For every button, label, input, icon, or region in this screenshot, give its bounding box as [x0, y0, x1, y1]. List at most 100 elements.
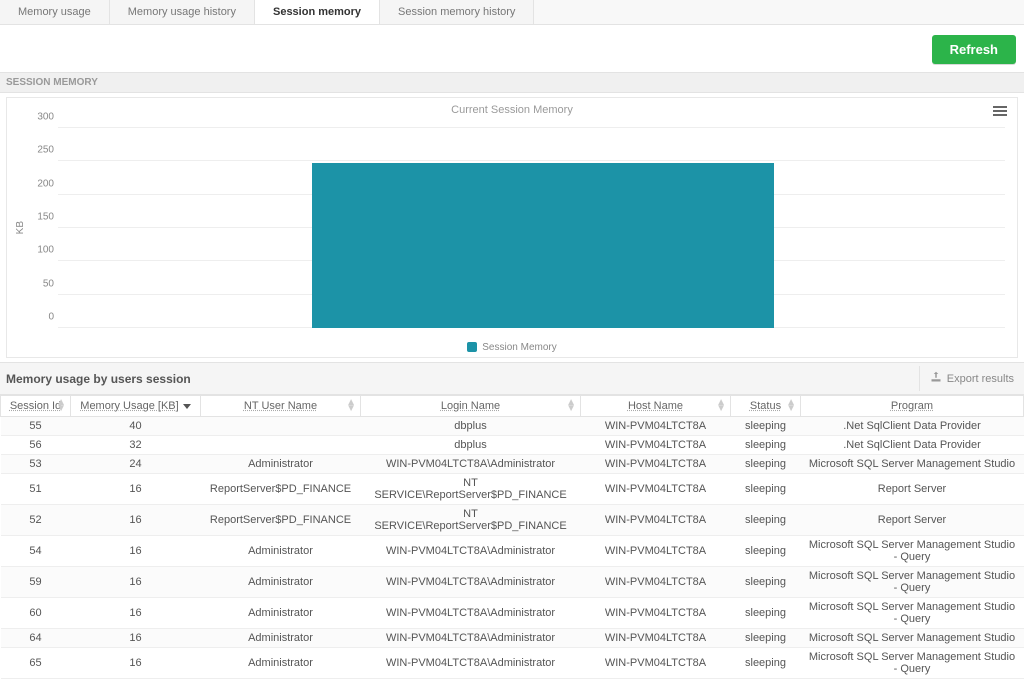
col-status[interactable]: Status▲▼	[731, 396, 801, 417]
cell-user: Administrator	[201, 567, 361, 598]
table-row[interactable]: 5540dbplusWIN-PVM04LTCT8Asleeping.Net Sq…	[1, 417, 1024, 436]
cell-program: Report Server	[801, 505, 1024, 536]
table-row[interactable]: 5416AdministratorWIN-PVM04LTCT8A\Adminis…	[1, 536, 1024, 567]
cell-host: WIN-PVM04LTCT8A	[581, 536, 731, 567]
cell-status: sleeping	[731, 474, 801, 505]
cell-login: WIN-PVM04LTCT8A\Administrator	[361, 598, 581, 629]
y-tick-label: 250	[28, 145, 54, 156]
cell-host: WIN-PVM04LTCT8A	[581, 598, 731, 629]
table-row[interactable]: 5324AdministratorWIN-PVM04LTCT8A\Adminis…	[1, 455, 1024, 474]
cell-sid: 56	[1, 436, 71, 455]
cell-user: ReportServer$PD_FINANCE	[201, 505, 361, 536]
cell-mem: 16	[71, 567, 201, 598]
chart-card: Current Session Memory KB 05010015020025…	[6, 97, 1018, 358]
cell-host: WIN-PVM04LTCT8A	[581, 436, 731, 455]
cell-login: dbplus	[361, 417, 581, 436]
chart-title: Current Session Memory	[15, 104, 1009, 116]
cell-program: Microsoft SQL Server Management Studio -…	[801, 536, 1024, 567]
cell-status: sleeping	[731, 567, 801, 598]
cell-sid: 52	[1, 505, 71, 536]
cell-status: sleeping	[731, 505, 801, 536]
col-session-id[interactable]: Session Id▲▼	[1, 396, 71, 417]
chart-bar[interactable]	[312, 163, 773, 328]
cell-login: WIN-PVM04LTCT8A\Administrator	[361, 455, 581, 474]
cell-status: sleeping	[731, 417, 801, 436]
chart-plot-area[interactable]: 050100150200250300	[28, 118, 1009, 338]
cell-mem: 16	[71, 598, 201, 629]
col-memory-usage[interactable]: Memory Usage [KB]	[71, 396, 201, 417]
y-tick-label: 0	[28, 312, 54, 323]
table-row[interactable]: 6416AdministratorWIN-PVM04LTCT8A\Adminis…	[1, 629, 1024, 648]
tab-session-memory-history[interactable]: Session memory history	[380, 0, 534, 24]
cell-sid: 53	[1, 455, 71, 474]
col-login-name[interactable]: Login Name▲▼	[361, 396, 581, 417]
col-program[interactable]: Program	[801, 396, 1024, 417]
cell-login: NT SERVICE\ReportServer$PD_FINANCE	[361, 505, 581, 536]
cell-host: WIN-PVM04LTCT8A	[581, 567, 731, 598]
export-results-button[interactable]: Export results	[919, 366, 1024, 391]
cell-user: Administrator	[201, 536, 361, 567]
cell-status: sleeping	[731, 455, 801, 474]
cell-sid: 55	[1, 417, 71, 436]
cell-mem: 24	[71, 455, 201, 474]
table-row[interactable]: 6016AdministratorWIN-PVM04LTCT8A\Adminis…	[1, 598, 1024, 629]
export-label: Export results	[947, 373, 1014, 385]
table-row[interactable]: 5116ReportServer$PD_FINANCENT SERVICE\Re…	[1, 474, 1024, 505]
cell-program: Microsoft SQL Server Management Studio -…	[801, 648, 1024, 679]
chart-menu-icon[interactable]	[993, 106, 1007, 116]
cell-status: sleeping	[731, 598, 801, 629]
chart-yaxis-label: KB	[15, 221, 26, 234]
cell-sid: 65	[1, 648, 71, 679]
cell-login: dbplus	[361, 436, 581, 455]
tab-memory-usage-history[interactable]: Memory usage history	[110, 0, 255, 24]
table-row[interactable]: 6516AdministratorWIN-PVM04LTCT8A\Adminis…	[1, 648, 1024, 679]
lower-section-header: Memory usage by users session Export res…	[0, 362, 1024, 395]
table-row[interactable]: 5632dbplusWIN-PVM04LTCT8Asleeping.Net Sq…	[1, 436, 1024, 455]
cell-user: Administrator	[201, 598, 361, 629]
cell-host: WIN-PVM04LTCT8A	[581, 455, 731, 474]
cell-program: Microsoft SQL Server Management Studio -…	[801, 598, 1024, 629]
cell-user	[201, 436, 361, 455]
cell-mem: 16	[71, 629, 201, 648]
cell-host: WIN-PVM04LTCT8A	[581, 629, 731, 648]
tab-session-memory[interactable]: Session memory	[255, 0, 380, 24]
cell-host: WIN-PVM04LTCT8A	[581, 505, 731, 536]
cell-mem: 16	[71, 648, 201, 679]
tab-memory-usage[interactable]: Memory usage	[0, 0, 110, 24]
y-tick-label: 150	[28, 212, 54, 223]
cell-program: Microsoft SQL Server Management Studio -…	[801, 567, 1024, 598]
cell-program: .Net SqlClient Data Provider	[801, 436, 1024, 455]
cell-program: .Net SqlClient Data Provider	[801, 417, 1024, 436]
cell-mem: 16	[71, 536, 201, 567]
cell-host: WIN-PVM04LTCT8A	[581, 474, 731, 505]
cell-user: ReportServer$PD_FINANCE	[201, 474, 361, 505]
cell-sid: 59	[1, 567, 71, 598]
cell-mem: 16	[71, 474, 201, 505]
cell-program: Report Server	[801, 474, 1024, 505]
cell-login: WIN-PVM04LTCT8A\Administrator	[361, 648, 581, 679]
cell-program: Microsoft SQL Server Management Studio	[801, 455, 1024, 474]
cell-sid: 60	[1, 598, 71, 629]
y-tick-label: 200	[28, 178, 54, 189]
cell-status: sleeping	[731, 536, 801, 567]
refresh-button[interactable]: Refresh	[932, 35, 1016, 64]
table-row[interactable]: 5216ReportServer$PD_FINANCENT SERVICE\Re…	[1, 505, 1024, 536]
sort-desc-icon	[183, 404, 191, 409]
col-nt-user[interactable]: NT User Name▲▼	[201, 396, 361, 417]
cell-login: WIN-PVM04LTCT8A\Administrator	[361, 629, 581, 648]
cell-mem: 40	[71, 417, 201, 436]
legend-swatch	[467, 342, 477, 352]
cell-host: WIN-PVM04LTCT8A	[581, 648, 731, 679]
cell-user	[201, 417, 361, 436]
cell-sid: 51	[1, 474, 71, 505]
cell-login: WIN-PVM04LTCT8A\Administrator	[361, 536, 581, 567]
tab-bar: Memory usage Memory usage history Sessio…	[0, 0, 1024, 25]
y-tick-label: 50	[28, 278, 54, 289]
toolbar: Refresh	[0, 25, 1024, 72]
sessions-table: Session Id▲▼ Memory Usage [KB] NT User N…	[0, 395, 1024, 679]
table-row[interactable]: 5916AdministratorWIN-PVM04LTCT8A\Adminis…	[1, 567, 1024, 598]
grid-line	[58, 127, 1005, 128]
cell-mem: 16	[71, 505, 201, 536]
col-host-name[interactable]: Host Name▲▼	[581, 396, 731, 417]
cell-sid: 64	[1, 629, 71, 648]
